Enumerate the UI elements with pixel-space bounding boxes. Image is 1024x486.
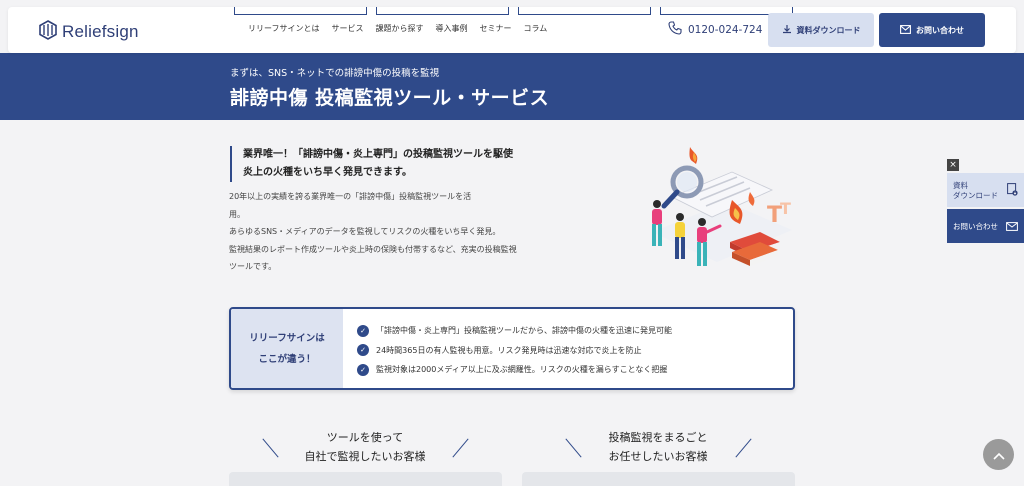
customer-card-outsource[interactable]	[522, 472, 795, 486]
intro-body-line: 用。	[229, 209, 245, 219]
intro-lead: 業界唯一！「誹謗中傷・炎上専門」の投稿監視ツールを駆使 炎上の火種をいち早く発見…	[230, 146, 550, 182]
difference-list: ✓ 「誹謗中傷・炎上専門」投稿監視ツールだから、誹謗中傷の火種を迅速に発見可能 …	[357, 321, 672, 380]
download-button[interactable]: 資料ダウンロード	[768, 13, 874, 47]
nav-dropdown-edge	[376, 7, 509, 15]
logo-mark-icon	[38, 20, 58, 44]
customer-heading-line: 投稿監視をまるごと	[608, 431, 708, 444]
list-item: ✓ 監視対象は2000メディア以上に及ぶ網羅性。リスクの火種を漏らすことなく把握	[357, 360, 672, 380]
nav-item-column[interactable]: コラム	[524, 23, 548, 34]
intro-body-line: 20年以上の実績を誇る業界唯一の「誹謗中傷」投稿監視ツールを活	[229, 192, 472, 201]
side-contact-button[interactable]: お問い合わせ	[947, 209, 1024, 243]
phone-link[interactable]: 0120-024-724	[668, 21, 762, 38]
nav-item-cases[interactable]: 導入事例	[436, 23, 468, 34]
contact-button-label: お問い合わせ	[916, 25, 964, 35]
phone-icon	[668, 21, 682, 38]
nav-dropdown-edge	[518, 7, 651, 15]
customer-heading-line: お任せしたいお客様	[608, 450, 708, 463]
intro-lead-line: 炎上の火種をいち早く発見できます。	[243, 167, 412, 178]
download-button-label: 資料ダウンロード	[796, 25, 861, 35]
logo-text: Reliefsign	[62, 22, 139, 41]
difference-heading: リリーフサインは ここが違う！	[231, 309, 343, 388]
difference-point: 監視対象は2000メディア以上に及ぶ網羅性。リスクの火種を漏らすことなく把握	[376, 365, 668, 375]
customer-heading-outsource: 投稿監視をまるごと お任せしたいお客様	[558, 428, 758, 466]
check-icon: ✓	[357, 324, 369, 337]
list-item: ✓ 24時間365日の有人監視も用意。リスク発見時は迅速な対応で炎上を防止	[357, 341, 672, 361]
side-download-button[interactable]: 資料 ダウンロード	[947, 173, 1024, 207]
nav-item-about[interactable]: リリーフサインとは	[248, 23, 320, 34]
intro-body-line: あらゆるSNS・メディアのデータを監視してリスクの火種をいち早く発見。	[229, 227, 501, 236]
difference-box: リリーフサインは ここが違う！ ✓ 「誹謗中傷・炎上専門」投稿監視ツールだから、…	[229, 307, 795, 390]
intro-lead-line: 業界唯一！「誹謗中傷・炎上専門」の投稿監視ツールを駆使	[243, 149, 513, 160]
intro-body-line: ツールです。	[229, 262, 277, 271]
difference-heading-line: リリーフサインは	[249, 332, 325, 344]
close-icon[interactable]: ×	[947, 159, 959, 171]
back-to-top-button[interactable]	[983, 439, 1014, 470]
nav-dropdown-edge	[234, 7, 367, 15]
intro-body: 20年以上の実績を誇る業界唯一の「誹謗中傷」投稿監視ツールを活 用。 あらゆるS…	[229, 188, 569, 276]
monitoring-illustration: T T	[632, 142, 800, 282]
intro-body-line: 監視結果のレポート作成ツールや炎上時の保険も付帯するなど、充実の投稿監視	[229, 244, 517, 254]
customer-heading-self: ツールを使って 自社で監視したいお客様	[265, 428, 465, 466]
nav-item-service[interactable]: サービス	[332, 23, 364, 34]
difference-point: 「誹謗中傷・炎上専門」投稿監視ツールだから、誹謗中傷の火種を迅速に発見可能	[376, 326, 672, 336]
check-icon: ✓	[357, 344, 369, 357]
customer-heading-line: ツールを使って	[326, 431, 404, 444]
customer-card-self[interactable]	[229, 472, 502, 486]
hero-subtitle: まずは、SNS・ネットでの誹謗中傷の投稿を監視	[230, 68, 440, 79]
mail-icon	[1006, 222, 1018, 233]
site-logo[interactable]: Reliefsign	[38, 20, 139, 44]
difference-heading-line: ここが違う！	[258, 353, 316, 365]
site-header: Reliefsign リリーフサインとは サービス 課題から探す 導入事例 セミ…	[8, 7, 1016, 53]
download-icon	[782, 24, 792, 36]
main-nav: リリーフサインとは サービス 課題から探す 導入事例 セミナー コラム	[248, 23, 547, 34]
difference-point: 24時間365日の有人監視も用意。リスク発見時は迅速な対応で炎上を防止	[376, 345, 642, 355]
phone-number: 0120-024-724	[688, 23, 763, 36]
side-contact-label: お問い合わせ	[953, 222, 998, 231]
customer-heading-line: 自社で監視したいお客様	[304, 450, 426, 463]
document-download-icon	[1007, 183, 1018, 199]
contact-button[interactable]: お問い合わせ	[879, 13, 985, 47]
chevron-up-icon	[992, 445, 1005, 464]
check-icon: ✓	[357, 363, 369, 376]
list-item: ✓ 「誹謗中傷・炎上専門」投稿監視ツールだから、誹謗中傷の火種を迅速に発見可能	[357, 321, 672, 341]
nav-item-seminar[interactable]: セミナー	[480, 23, 512, 34]
mail-icon	[900, 24, 911, 36]
page-title: 誹謗中傷 投稿監視ツール・サービス	[230, 87, 550, 109]
nav-item-issues[interactable]: 課題から探す	[376, 23, 424, 34]
svg-text:T: T	[780, 199, 791, 218]
hero-band: まずは、SNS・ネットでの誹謗中傷の投稿を監視 誹謗中傷 投稿監視ツール・サービ…	[0, 53, 1024, 120]
